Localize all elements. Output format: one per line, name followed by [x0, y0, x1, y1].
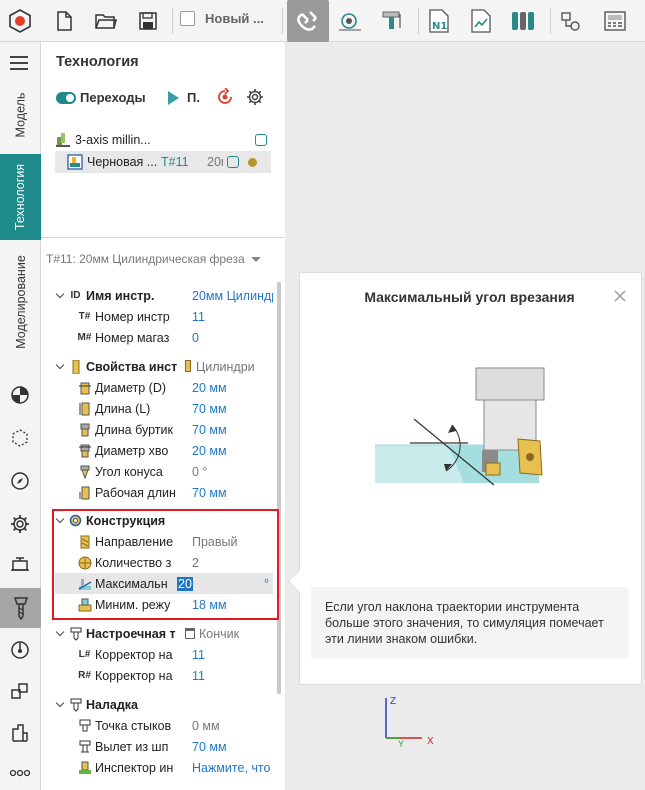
technology-panel: Технология Переходы П. 3-axis millin... …	[41, 42, 285, 238]
probe-icon[interactable]	[333, 4, 367, 38]
transitions-toggle[interactable]	[56, 92, 76, 104]
report-icon[interactable]	[464, 4, 498, 38]
prop-tool-properties[interactable]: Свойства инст Цилиндри	[55, 356, 273, 377]
play-label: П.	[187, 90, 200, 105]
prop-joint-point[interactable]: Точка стыков 0 мм	[55, 715, 273, 736]
chevron-down-icon[interactable]	[55, 291, 65, 301]
diameter-icon	[77, 380, 92, 395]
nc-program-icon[interactable]: N1	[422, 4, 456, 38]
cylinder-tool-icon	[68, 359, 83, 374]
tree-item-operation[interactable]: Черновая ... T#11 20r	[55, 151, 271, 173]
calculate-icon[interactable]	[216, 87, 234, 106]
hamburger-menu-icon[interactable]	[10, 56, 28, 70]
prop-shank-diameter[interactable]: Диаметр хво 20 мм	[55, 440, 273, 461]
play-icon[interactable]	[168, 91, 179, 105]
prop-length-corrector[interactable]: L# Корректор на 11	[55, 644, 273, 665]
properties-scrollbar[interactable]	[277, 282, 281, 694]
magnet-icon[interactable]	[287, 0, 329, 42]
ramp-angle-illustration	[375, 367, 545, 486]
working-length-icon	[77, 485, 92, 500]
save-icon[interactable]	[131, 4, 165, 38]
transitions-label: Переходы	[80, 90, 146, 105]
axis-y-label: Y	[398, 739, 405, 749]
gear-icon[interactable]	[8, 512, 32, 536]
prop-adjustment[interactable]: Наладка	[55, 694, 273, 715]
status-dot	[248, 157, 257, 167]
setup-tool-icon	[68, 626, 83, 641]
help-tooltip: Максимальный угол врезания Если угол нак…	[287, 272, 642, 685]
app-logo-icon[interactable]	[3, 4, 37, 38]
machine-panel-icon[interactable]	[598, 4, 632, 38]
settings-layout-icon[interactable]	[554, 4, 588, 38]
tab-simulation[interactable]: Моделирование	[0, 242, 41, 362]
origin-icon[interactable]	[8, 638, 32, 662]
prop-inspector[interactable]: Инспектор ин Нажмите, что	[55, 757, 273, 778]
coordinate-system-icon[interactable]	[8, 383, 32, 407]
tree-item-machine[interactable]: 3-axis millin...	[55, 129, 271, 151]
tooltip-title: Максимальный угол врезания	[364, 289, 575, 305]
svg-text:N1: N1	[432, 21, 447, 32]
tab-model[interactable]: Модель	[0, 80, 41, 150]
prop-radius-corrector[interactable]: R# Корректор на 11	[55, 665, 273, 686]
machine-icon[interactable]	[8, 721, 32, 745]
chevron-down-icon[interactable]	[55, 629, 65, 639]
tip-icon	[185, 627, 195, 639]
highlight-box	[52, 509, 279, 620]
compass-icon[interactable]	[8, 469, 32, 493]
adjustment-icon	[68, 697, 83, 712]
stock-icon[interactable]	[8, 426, 32, 450]
tab-technology[interactable]: Технология	[0, 154, 41, 240]
operation-tree-icon	[67, 154, 83, 170]
chevron-down-icon[interactable]	[55, 700, 65, 710]
new-file-icon[interactable]	[47, 4, 81, 38]
prop-setup-point[interactable]: Настроечная т Кончик	[55, 623, 273, 644]
machine-tree-icon	[55, 132, 71, 148]
prop-working-length[interactable]: Рабочая длин 70 мм	[55, 482, 273, 503]
length-icon	[77, 401, 92, 416]
more-icon[interactable]	[8, 761, 32, 785]
machine-visibility-icon[interactable]	[255, 134, 267, 146]
joint-point-icon	[77, 718, 92, 733]
left-rail: Модель Технология Моделирование	[0, 42, 41, 790]
panel-title: Технология	[56, 54, 139, 70]
prop-diameter[interactable]: Диаметр (D) 20 мм	[55, 377, 273, 398]
prop-overhang[interactable]: Вылет из шп 70 мм	[55, 736, 273, 757]
operation-visibility-icon[interactable]	[227, 156, 239, 168]
project-checkbox[interactable]	[180, 11, 195, 26]
shank-diameter-icon	[77, 443, 92, 458]
open-folder-icon[interactable]	[89, 4, 123, 38]
chevron-down-icon	[250, 257, 261, 263]
fixture-icon[interactable]	[8, 553, 32, 577]
settings-gear-icon[interactable]	[246, 88, 264, 106]
close-icon[interactable]	[613, 289, 627, 303]
main-toolbar: Новый ... N1	[0, 0, 645, 42]
tool-measure-icon[interactable]	[375, 4, 409, 38]
project-name: Новый ...	[205, 11, 264, 26]
prop-magazine-number[interactable]: M# Номер магаз 0	[55, 327, 273, 348]
prop-length[interactable]: Длина (L) 70 мм	[55, 398, 273, 419]
tool-icon[interactable]	[0, 588, 41, 628]
inspector-icon	[77, 760, 92, 775]
axis-z-label: Z	[390, 696, 397, 707]
axis-x-label: X	[427, 736, 434, 747]
collar-length-icon	[77, 422, 92, 437]
prop-tool-name[interactable]: ID Имя инстр. 20мм Цилиндр	[55, 285, 274, 306]
prop-taper-angle[interactable]: Угол конуса 0 °	[55, 461, 273, 482]
tooltip-description: Если угол наклона траектории инструмента…	[311, 587, 629, 659]
parts-icon[interactable]	[8, 679, 32, 703]
cylinder-tool-icon	[185, 359, 191, 372]
tool-selector-dropdown[interactable]: T#11: 20мм Цилиндрическая фреза	[46, 252, 261, 266]
taper-angle-icon	[77, 464, 92, 479]
project-tab[interactable]: Новый ...	[180, 11, 264, 26]
prop-tool-number[interactable]: T# Номер инстр 11	[55, 306, 273, 327]
overhang-icon	[77, 739, 92, 754]
tool-library-icon[interactable]	[506, 4, 540, 38]
prop-collar-length[interactable]: Длина буртик 70 мм	[55, 419, 273, 440]
chevron-down-icon[interactable]	[55, 362, 65, 372]
